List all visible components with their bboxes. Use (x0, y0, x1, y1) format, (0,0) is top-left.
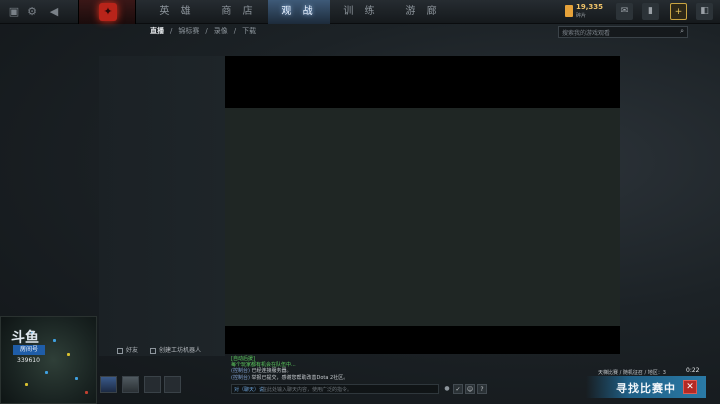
minimap-marker (45, 371, 48, 374)
search-placeholder: 搜索我的游戏观看 (562, 30, 611, 37)
shard-counter[interactable]: 19,335 碎片 (565, 3, 607, 21)
subnav-live[interactable]: 直播 (150, 26, 164, 36)
nav-heroes[interactable]: 英 雄 (146, 0, 208, 24)
party-slot-empty[interactable] (144, 376, 161, 393)
find-match-label: 寻找比赛中 (616, 382, 676, 395)
nav-arcade[interactable]: 游 廊 (392, 0, 454, 24)
minimap-marker (53, 339, 56, 342)
dota-logo-icon: ✦ (99, 3, 117, 21)
filter-create-bot-label: 创建工坊机器人 (158, 347, 201, 354)
search-input[interactable]: 搜索我的游戏观看 ⌕ (558, 26, 688, 38)
checkbox-icon[interactable] (149, 347, 156, 354)
nav-watch[interactable]: 观 战 (268, 0, 330, 24)
party-slot-avatar[interactable] (122, 376, 139, 393)
minimap-marker (75, 377, 78, 380)
back-arrow-icon[interactable]: ◀ (46, 4, 62, 20)
checkbox-icon[interactable] (117, 347, 123, 354)
minimap-marker (85, 391, 88, 394)
chat-log: [自动后援] 每个玩家都有机会在队伍中... (控制台) 已经连接服务器。 (控… (231, 356, 491, 402)
dota-menu-icon[interactable]: ▣ (6, 4, 22, 20)
shard-value: 19,335 (576, 3, 604, 11)
search-icon[interactable]: ⌕ (680, 27, 684, 36)
filter-friends-label: 好友 (126, 347, 139, 354)
filter-friends[interactable]: 好友 (117, 345, 138, 354)
minimap-marker (67, 353, 70, 356)
matchmaking-timer: 0:22 (686, 367, 700, 374)
game-list-panel (99, 56, 225, 356)
game-filters: 好友 创建工坊机器人 (117, 345, 211, 354)
mail-icon[interactable]: ✉ (616, 3, 633, 20)
subnav-replays[interactable]: 录像 (214, 26, 228, 36)
minimap: 斗鱼 房间号 339610 (0, 316, 97, 404)
nav-learn[interactable]: 训 练 (330, 0, 392, 24)
video-frame (225, 108, 620, 326)
watch-subnav: 直播 / 锦标赛 / 录像 / 下载 (150, 26, 262, 40)
shard-label: 碎片 (576, 13, 587, 19)
room-number: 339610 (17, 357, 40, 364)
matchmaking-status: 天梯比赛 / 随机征召 / 地区：3 0:22 (598, 367, 718, 376)
stream-logo: 斗鱼 (11, 330, 39, 346)
plus-icon[interactable]: + (670, 3, 687, 20)
chat-input[interactable]: 对（聊天）说: 在此处输入聊天内容，使用广泛的指令。 (231, 384, 439, 394)
nav-store[interactable]: 商 店 (208, 0, 270, 24)
chat-line: (控制台) 举报已提交，感谢您帮助改善Dota 2社区。 (231, 374, 349, 381)
cancel-search-button[interactable]: ✕ (683, 380, 697, 394)
subnav-downloads[interactable]: 下载 (242, 26, 256, 36)
dota-logo-button[interactable]: ✦ (78, 0, 136, 24)
subnav-separator: / (233, 27, 237, 35)
gear-icon[interactable]: ⚙ (24, 4, 40, 20)
inventory-icon[interactable]: ▮ (642, 3, 659, 20)
chat-placeholder: 在此处输入聊天内容，使用广泛的指令。 (262, 387, 353, 393)
party-slot-empty[interactable] (164, 376, 181, 393)
help-icon[interactable]: ? (477, 384, 487, 394)
minimap-marker (25, 383, 28, 386)
video-player[interactable] (225, 56, 620, 354)
check-icon[interactable]: ✓ (453, 384, 463, 394)
filter-create-bot[interactable]: 创建工坊机器人 (149, 345, 201, 354)
shard-icon (565, 5, 573, 17)
top-nav-bar: ▣ ⚙ ◀ ✦ 英 雄 商 店 观 战 训 练 游 廊 19,335 碎片 ✉ … (0, 0, 720, 24)
settings-icon[interactable]: ◧ (696, 3, 713, 20)
subnav-separator: / (170, 27, 173, 35)
chat-status-icon: ● (444, 385, 450, 392)
emote-icon[interactable]: ☺ (465, 384, 475, 394)
subnav-tournaments[interactable]: 锦标赛 (178, 26, 199, 36)
room-label: 房间号 (13, 345, 45, 355)
chat-channel-prefix[interactable]: 对（聊天）说: (234, 386, 266, 393)
party-slot-avatar[interactable] (100, 376, 117, 393)
subnav-separator: / (205, 27, 208, 35)
